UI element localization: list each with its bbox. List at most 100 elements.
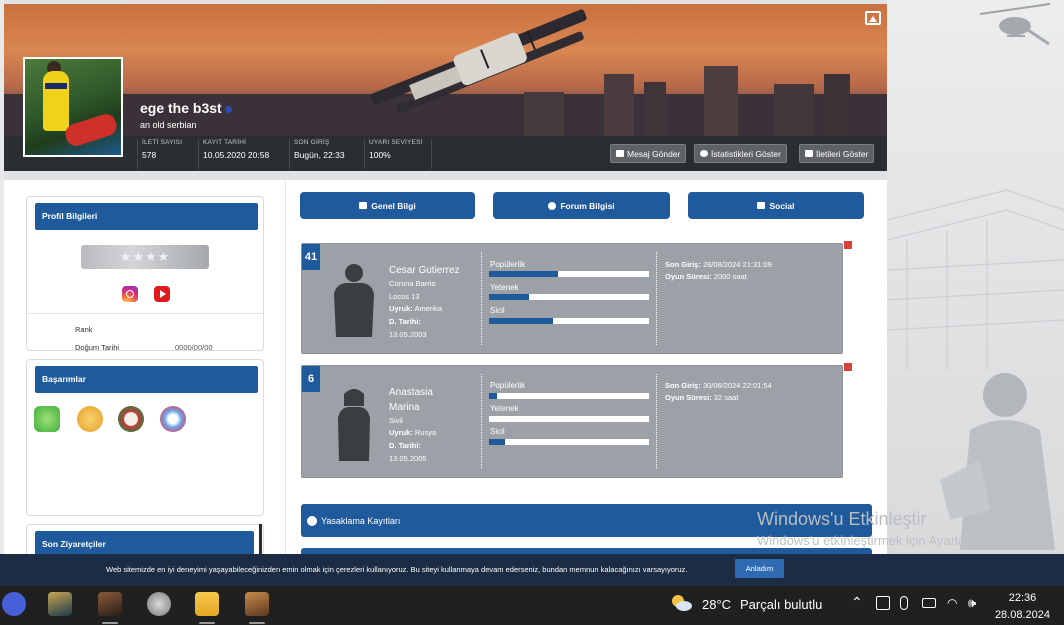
active-app-indicator [102, 622, 118, 624]
league-icon[interactable] [48, 592, 72, 616]
cookie-accept-button[interactable]: Anladım [735, 559, 784, 578]
birth-date-value: 0000/00/00 [175, 343, 213, 352]
partly-cloudy-icon[interactable] [670, 593, 692, 613]
envelope-icon [616, 150, 624, 157]
birth-date-label: Doğum Tarihi [75, 343, 120, 352]
stat-register-date: KAYIT TARİHİ 10.05.2020 20:58 [198, 139, 280, 169]
background-scenery [887, 0, 1064, 586]
character-birth-label: D. Tarihi: [389, 441, 421, 450]
active-app-indicator [199, 622, 215, 624]
rank-badge: ★★★★ [81, 245, 209, 269]
character-birth-date: 13.05.2003 [389, 330, 427, 339]
close-icon[interactable] [844, 363, 852, 371]
character-nationality: Uyruk: Rusya [389, 428, 437, 437]
wifi-icon[interactable]: ◠ [947, 596, 957, 610]
popularity-label: Popülerlik [490, 381, 526, 390]
male-silhouette-icon [334, 264, 374, 337]
character-card[interactable]: 41 Cesar Gutierrez Corona Barrio Locos 1… [301, 243, 843, 354]
popularity-bar [489, 393, 649, 399]
achievement-v2-icon[interactable] [34, 406, 60, 432]
building-art [887, 189, 1064, 370]
clock-date: 28.08.2024 [994, 609, 1050, 621]
rank-stars: ★★★★ [119, 249, 171, 264]
play-time: Oyun Süresi: 2000 saat [665, 272, 747, 281]
character-card[interactable]: 6 Anastasia Marina Sivil Uyruk: Rusya D.… [301, 365, 843, 478]
tab-social[interactable]: Social [688, 192, 864, 219]
file-explorer-icon[interactable] [195, 592, 219, 616]
character-rank: Locos 13 [389, 292, 420, 301]
achievements-title: Başarımlar [35, 366, 258, 393]
youtube-icon[interactable] [154, 286, 170, 302]
character-birth-label: D. Tarihi: [389, 317, 421, 326]
popularity-bar [489, 271, 649, 277]
microphone-icon[interactable] [900, 596, 908, 610]
avatar [23, 57, 123, 157]
stat-warning-level: UYARI SEVİYESİ 100% [364, 139, 432, 169]
profile-info-card: Profil Bilgileri ★★★★ Rank Doğum Tarihi … [26, 196, 264, 352]
instagram-icon[interactable] [122, 286, 138, 302]
chevron-up-icon[interactable]: ⌃ [851, 594, 863, 611]
character-birth-date: 13.05.2005 [389, 454, 427, 463]
record-bar [489, 318, 649, 324]
character-name: Cesar Gutierrez [389, 265, 460, 276]
popularity-label: Popülerlik [490, 260, 526, 269]
play-time: Oyun Süresi: 32 saat [665, 393, 739, 402]
volume-icon[interactable]: 🕪 [968, 595, 976, 611]
last-login: Son Giriş: 30/06/2024 22:01:54 [665, 381, 772, 390]
rank-label: Rank [75, 325, 93, 334]
weather-desc[interactable]: Parçalı bulutlu [740, 597, 822, 612]
audio-app-icon[interactable] [147, 592, 171, 616]
record-label: Sicil [490, 306, 505, 315]
id-card-icon [359, 202, 368, 209]
send-message-button[interactable]: Mesaj Gönder [610, 144, 687, 163]
profile-banner [4, 4, 887, 136]
character-nationality: Uyruk: Amerika [389, 304, 442, 313]
divider [656, 374, 657, 469]
achievement-wreath-icon[interactable] [118, 406, 144, 432]
show-stats-button[interactable]: İstatistikleri Göster [694, 144, 787, 163]
change-banner-icon[interactable] [865, 11, 881, 25]
character-faction: Corona Barrio [389, 279, 436, 288]
stat-last-login: SON GİRİŞ Bugün, 22:33 [289, 139, 361, 169]
last-login: Son Giriş: 28/08/2024 21:31:09 [665, 260, 772, 269]
stat-post-count: İLETİ SAYISI 578 [137, 139, 197, 169]
character-faction: Sivil [389, 416, 403, 425]
achievement-beach-icon[interactable] [77, 406, 103, 432]
clock-time: 22:36 [1008, 592, 1037, 604]
banner-art [4, 9, 887, 136]
character-id: 41 [302, 244, 320, 270]
clock[interactable]: 22:36 28.08.2024 [995, 590, 1050, 624]
weather-temp[interactable]: 28°C [702, 597, 731, 612]
camera-icon[interactable] [876, 596, 890, 610]
battery-icon[interactable] [922, 598, 936, 608]
character-art [940, 373, 1055, 550]
close-icon[interactable] [844, 241, 852, 249]
character-name: Marina [389, 402, 420, 413]
skill-bar [489, 294, 649, 300]
pie-chart-icon [700, 150, 708, 157]
online-status-icon [224, 106, 232, 113]
helicopter-art [979, 3, 1051, 46]
divider [481, 374, 482, 469]
tab-forum-info[interactable]: Forum Bilgisi [493, 192, 670, 219]
comments-icon [805, 150, 813, 157]
sidebar-scrollbar[interactable] [259, 524, 262, 554]
tab-general-info[interactable]: Genel Bilgi [300, 192, 475, 219]
game-app-icon[interactable] [98, 592, 122, 616]
skill-label: Yetenek [490, 283, 519, 292]
profile-info-title: Profil Bilgileri [35, 203, 258, 230]
female-silhouette-icon [338, 389, 370, 461]
show-posts-button[interactable]: İletileri Göster [799, 144, 875, 163]
record-label: Sicil [490, 427, 505, 436]
record-bar [489, 439, 649, 445]
social-icon [757, 202, 766, 209]
discord-icon[interactable] [2, 592, 26, 616]
divider [27, 313, 263, 314]
cookie-text: Web sitemizde en iyi deneyimi yaşayabile… [106, 565, 688, 574]
achievement-emblem-icon[interactable] [160, 406, 186, 432]
divider [481, 252, 482, 345]
skill-label: Yetenek [490, 404, 519, 413]
username: ege the b3st [140, 100, 232, 116]
skill-bar [489, 416, 649, 422]
gta-sa-icon[interactable] [245, 592, 269, 616]
